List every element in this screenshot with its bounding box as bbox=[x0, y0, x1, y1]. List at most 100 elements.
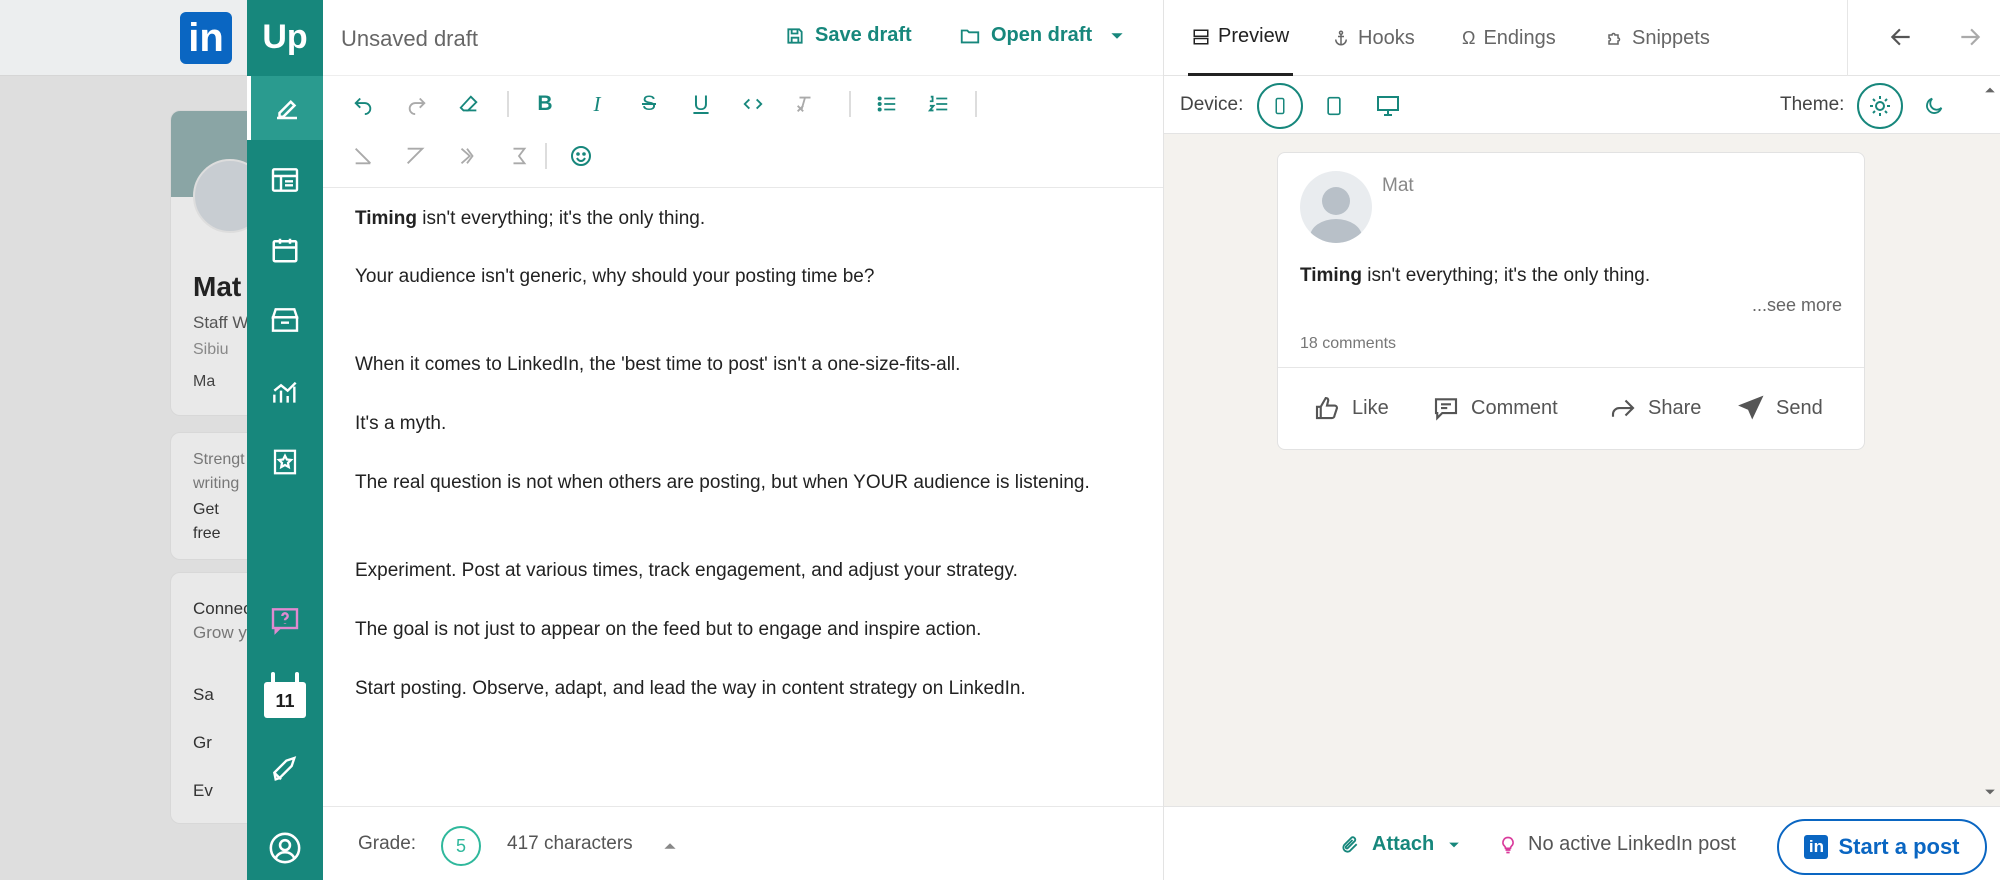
chevron-down-icon[interactable] bbox=[1110, 29, 1124, 43]
strikethrough-icon[interactable]: S bbox=[635, 90, 663, 118]
device-tablet-button[interactable] bbox=[1311, 83, 1357, 129]
sidebar-item-editor[interactable] bbox=[247, 76, 323, 140]
preview-tabs: Preview Hooks Ω Endings Snippets bbox=[1164, 0, 2000, 76]
linkedin-post-preview: Mat Timing isn't everything; it's the on… bbox=[1277, 152, 1865, 450]
device-desktop-button[interactable] bbox=[1365, 83, 1411, 129]
puzzle-icon bbox=[1606, 29, 1624, 47]
undo-icon[interactable] bbox=[349, 90, 377, 118]
sidebar-item-archive[interactable] bbox=[247, 288, 323, 352]
sidebar-item-help[interactable] bbox=[247, 588, 323, 652]
underline-icon[interactable]: U bbox=[687, 90, 715, 118]
device-mobile-button[interactable] bbox=[1257, 83, 1303, 129]
text-style-3-icon[interactable] bbox=[453, 142, 481, 170]
layout-icon bbox=[1192, 28, 1210, 46]
attach-button[interactable]: Attach bbox=[1340, 833, 1460, 856]
premium-link[interactable]: free bbox=[193, 525, 221, 543]
chevron-up-icon[interactable] bbox=[663, 839, 677, 853]
like-button[interactable]: Like bbox=[1312, 393, 1389, 423]
device-label: Device: bbox=[1180, 94, 1244, 115]
open-draft-button[interactable]: Open draft bbox=[959, 24, 1124, 47]
text-style-2-icon[interactable] bbox=[401, 142, 429, 170]
arrow-left-icon[interactable] bbox=[1886, 24, 1916, 50]
comment-icon bbox=[1431, 393, 1461, 423]
thumbs-up-icon bbox=[1312, 393, 1342, 423]
arrow-right-icon[interactable] bbox=[1955, 24, 1985, 50]
editor-footer: Grade: 5 417 characters bbox=[323, 806, 1163, 880]
italic-icon[interactable]: I bbox=[583, 90, 611, 118]
editor-paragraph: It's a myth. bbox=[355, 413, 447, 434]
drafts-icon bbox=[269, 164, 301, 196]
linkedin-logo[interactable]: in bbox=[180, 12, 232, 64]
tab-endings[interactable]: Ω Endings bbox=[1462, 0, 1556, 76]
eraser-icon[interactable] bbox=[455, 90, 483, 118]
editor-paragraph: Experiment. Post at various times, track… bbox=[355, 560, 1018, 581]
code-icon[interactable] bbox=[739, 90, 767, 118]
see-more-link[interactable]: ...see more bbox=[1752, 295, 1842, 316]
sidebar-item-launch[interactable] bbox=[247, 738, 323, 802]
scroll-up-icon[interactable] bbox=[1984, 84, 1996, 96]
connections-sub: Grow y bbox=[193, 623, 247, 642]
comment-button[interactable]: Comment bbox=[1431, 393, 1558, 423]
editor-paragraph: The real question is not when others are… bbox=[355, 472, 1090, 493]
pen-icon bbox=[272, 93, 302, 123]
tab-snippets[interactable]: Snippets bbox=[1606, 0, 1710, 76]
sidebar-item-saved[interactable] bbox=[247, 430, 323, 494]
text-style-4-icon[interactable] bbox=[505, 142, 533, 170]
numbered-list-icon[interactable] bbox=[925, 90, 953, 118]
monitor-icon bbox=[1375, 94, 1401, 118]
share-arrow-icon bbox=[1608, 393, 1638, 423]
start-post-button[interactable]: in Start a post bbox=[1777, 819, 1987, 875]
send-button[interactable]: Send bbox=[1736, 393, 1823, 423]
linkedin-icon: in bbox=[1804, 835, 1829, 859]
draft-title[interactable]: Unsaved draft bbox=[341, 26, 478, 52]
preview-footer: Attach No active LinkedIn post in Start … bbox=[1164, 806, 2000, 880]
calendar-icon bbox=[270, 235, 300, 265]
profile-name[interactable]: Mat bbox=[193, 271, 241, 303]
sun-icon bbox=[1868, 94, 1892, 118]
active-post-label: No active LinkedIn post bbox=[1528, 833, 1736, 855]
clear-format-icon[interactable] bbox=[791, 90, 819, 118]
extension-logo[interactable]: Up bbox=[247, 0, 323, 76]
theme-dark-button[interactable] bbox=[1911, 83, 1957, 129]
bullet-list-icon[interactable] bbox=[873, 90, 901, 118]
sidebar-item-profile[interactable] bbox=[247, 816, 323, 880]
analytics-icon bbox=[269, 376, 301, 408]
like-label: Like bbox=[1352, 396, 1389, 419]
sidebar-item-drafts[interactable] bbox=[247, 148, 323, 212]
theme-label: Theme: bbox=[1780, 94, 1845, 115]
grade-badge[interactable]: 5 bbox=[441, 826, 481, 866]
tab-preview[interactable]: Preview bbox=[1188, 0, 1294, 76]
bold-icon[interactable]: B bbox=[531, 90, 559, 118]
send-icon bbox=[1736, 393, 1766, 423]
editor-paragraph: Timing isn't everything; it's the only t… bbox=[355, 208, 706, 229]
anchor-icon bbox=[1332, 29, 1350, 47]
editor-panel: Unsaved draft Save draft Open draft B I … bbox=[323, 0, 1163, 880]
tab-hooks[interactable]: Hooks bbox=[1332, 0, 1415, 76]
premium-link[interactable]: Get bbox=[193, 501, 219, 519]
sidebar-item-calendar[interactable] bbox=[247, 218, 323, 282]
groups-link[interactable]: Gr bbox=[193, 733, 212, 753]
tablet-icon bbox=[1324, 94, 1344, 118]
sidebar-item-analytics[interactable] bbox=[247, 360, 323, 424]
theme-light-button[interactable] bbox=[1857, 83, 1903, 129]
redo-icon[interactable] bbox=[403, 90, 431, 118]
emoji-icon[interactable] bbox=[567, 142, 595, 170]
save-draft-button[interactable]: Save draft bbox=[785, 24, 912, 47]
sidebar-calendar-day[interactable]: 11 bbox=[264, 672, 306, 720]
saved-items-link[interactable]: Sa bbox=[193, 685, 214, 705]
active-post-status[interactable]: No active LinkedIn post bbox=[1498, 833, 1736, 856]
star-bookmark-icon bbox=[270, 447, 300, 477]
events-link[interactable]: Ev bbox=[193, 781, 213, 801]
text-style-1-icon[interactable] bbox=[349, 142, 377, 170]
post-author-name: Mat bbox=[1382, 175, 1414, 196]
connections-title[interactable]: Connec bbox=[193, 599, 252, 619]
scroll-down-icon[interactable] bbox=[1984, 786, 1996, 798]
calendar-day-number: 11 bbox=[264, 682, 306, 718]
comment-count[interactable]: 18 comments bbox=[1300, 335, 1396, 353]
open-draft-label: Open draft bbox=[991, 24, 1093, 46]
comment-label: Comment bbox=[1471, 396, 1558, 419]
profile-icon bbox=[268, 831, 302, 865]
editor-header: Unsaved draft Save draft Open draft bbox=[323, 0, 1163, 76]
share-button[interactable]: Share bbox=[1608, 393, 1701, 423]
save-draft-label: Save draft bbox=[815, 24, 912, 46]
